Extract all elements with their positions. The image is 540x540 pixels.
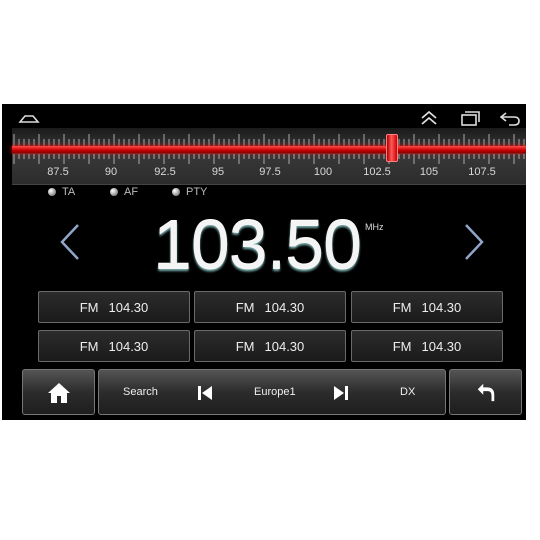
ta-dot-icon — [48, 188, 56, 196]
return-arrow-icon — [477, 383, 495, 402]
preset-2[interactable]: FM 104.30 — [194, 291, 346, 323]
double-chevron-up-icon[interactable] — [416, 107, 442, 129]
scale-label: 105 — [419, 166, 439, 178]
previous-station-chevron-icon[interactable] — [56, 222, 84, 262]
scale-ticks-bottom — [13, 154, 525, 164]
back-arrow-icon[interactable] — [497, 107, 523, 129]
scale-label: 107.5 — [468, 166, 496, 178]
scale-label: 97.5 — [259, 166, 281, 178]
search-button[interactable]: Search — [123, 386, 158, 398]
seek-next-icon[interactable] — [333, 385, 349, 401]
af-indicator[interactable]: AF — [110, 184, 138, 200]
pty-indicator[interactable]: PTY — [172, 184, 207, 200]
preset-4[interactable]: FM 104.30 — [38, 330, 190, 362]
scale-label: 90 — [104, 166, 118, 178]
frequency-display: 103.50 — [152, 206, 362, 284]
af-dot-icon — [110, 188, 118, 196]
station-name: Europe1 — [254, 386, 296, 398]
preset-6[interactable]: FM 104.30 — [351, 330, 503, 362]
next-station-chevron-icon[interactable] — [460, 222, 488, 262]
radio-screen: 87.5 90 92.5 95 97.5 100 102.5 105 107.5 TA AF P… — [2, 104, 526, 420]
preset-5[interactable]: FM 104.30 — [194, 330, 346, 362]
tuner-red-line — [12, 146, 526, 153]
tuner-scale[interactable]: 87.5 90 92.5 95 97.5 100 102.5 105 107.5 — [12, 128, 526, 185]
preset-3[interactable]: FM 104.30 — [351, 291, 503, 323]
scale-label: 102.5 — [363, 166, 391, 178]
home-button[interactable] — [22, 369, 95, 415]
tuner-knob[interactable] — [386, 134, 398, 162]
control-bar: Search Europe1 DX — [98, 369, 446, 415]
scale-label: 92.5 — [154, 166, 176, 178]
scale-label: 95 — [211, 166, 225, 178]
scale-label: 87.5 — [47, 166, 69, 178]
recents-icon[interactable] — [457, 107, 483, 129]
frequency-unit: MHz — [365, 222, 384, 232]
ta-indicator[interactable]: TA — [48, 184, 75, 200]
scale-ticks-top — [13, 134, 525, 146]
seek-previous-icon[interactable] — [197, 385, 213, 401]
preset-1[interactable]: FM 104.30 — [38, 291, 190, 323]
pty-dot-icon — [172, 188, 180, 196]
scale-label: 100 — [313, 166, 333, 178]
return-button[interactable] — [449, 369, 522, 415]
home-outline-icon[interactable] — [16, 107, 42, 129]
home-icon — [48, 383, 70, 403]
dx-button[interactable]: DX — [400, 386, 415, 398]
